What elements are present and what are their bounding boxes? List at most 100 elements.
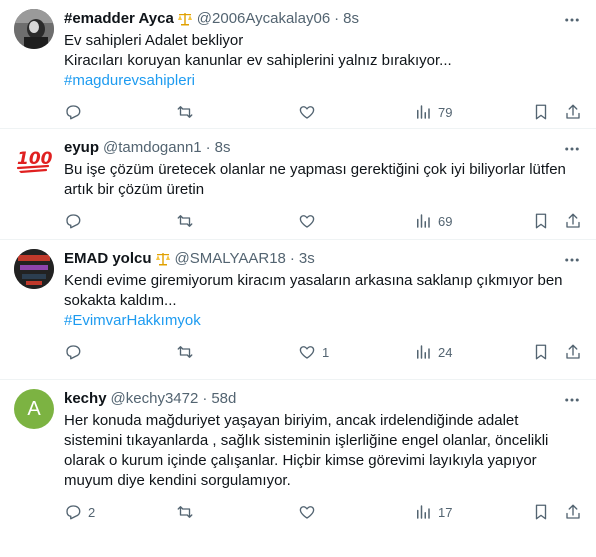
tweet-text: Ev sahipleri Adalet bekliyor Kiracıları …	[64, 31, 580, 91]
tweet-text-line: Kendi evime giremiyorum kiracım yasaları…	[64, 272, 563, 289]
retweet-icon	[177, 346, 193, 358]
reply-count: 2	[88, 504, 96, 520]
reply-icon	[66, 505, 81, 520]
bookmark-icon	[535, 504, 547, 520]
timestamp[interactable]: 58d	[211, 389, 236, 409]
share-icon	[566, 504, 580, 519]
tweet[interactable]: 100 eyup @tamdogann1 · 8s Bu işe çözüm ü…	[0, 129, 596, 240]
view-count: 79	[438, 104, 453, 120]
retweet-button[interactable]	[176, 493, 200, 531]
retweet-icon	[177, 106, 193, 118]
tweet-actions: 1 24	[64, 333, 580, 371]
share-button[interactable]	[564, 93, 582, 131]
avatar[interactable]: A	[14, 389, 54, 429]
display-name[interactable]: eyup	[64, 138, 99, 158]
share-icon	[566, 213, 580, 228]
tweet-text-line: Her konuda mağduriyet yaşayan biriyim, a…	[64, 412, 519, 429]
timestamp[interactable]: 8s	[215, 138, 231, 158]
reply-icon	[66, 105, 81, 120]
reply-icon	[66, 214, 81, 229]
like-button[interactable]: 1	[298, 333, 329, 371]
separator-dot: ·	[205, 139, 211, 156]
like-button[interactable]	[298, 493, 322, 531]
avatar[interactable]	[14, 9, 54, 49]
view-count: 17	[438, 504, 453, 520]
more-options-button[interactable]	[562, 390, 582, 410]
avatar[interactable]	[14, 249, 54, 289]
timestamp[interactable]: 8s	[343, 9, 359, 29]
analytics-icon	[417, 505, 430, 519]
reply-icon	[66, 345, 81, 360]
retweet-button[interactable]	[176, 333, 200, 371]
bookmark-button[interactable]	[532, 202, 550, 240]
tweet-header: kechy @kechy3472 · 58d	[64, 389, 580, 409]
tweet-text-line: olarak o kurum içinde çalışanlar. Hiçbir…	[64, 452, 537, 469]
more-icon	[565, 258, 579, 262]
tweet-text-line: artık bir çözüm üretin	[64, 181, 205, 198]
reply-button[interactable]	[64, 333, 88, 371]
bookmark-button[interactable]	[532, 493, 550, 531]
user-handle[interactable]: @tamdogann1	[103, 138, 202, 158]
reply-button[interactable]	[64, 202, 88, 240]
timestamp[interactable]: 3s	[299, 249, 315, 269]
bookmark-button[interactable]	[532, 333, 550, 371]
more-options-button[interactable]	[562, 139, 582, 159]
hashtag-link[interactable]: #magdurevsahipleri	[64, 71, 580, 91]
views-button[interactable]: 79	[414, 93, 452, 131]
display-name[interactable]: EMAD yolcu	[64, 249, 152, 269]
tweet-header: EMAD yolcu @SMALYAAR18 · 3s	[64, 249, 580, 269]
views-button[interactable]: 17	[414, 493, 452, 531]
tweet[interactable]: A kechy @kechy3472 · 58d Her konuda mağd…	[0, 380, 596, 557]
separator-dot: ·	[334, 10, 340, 27]
tweet[interactable]: #emadder Ayca @2006Aycakalay06 · 8s Ev s…	[0, 0, 596, 129]
user-handle[interactable]: @SMALYAAR18	[175, 249, 286, 269]
views-button[interactable]: 69	[414, 202, 452, 240]
tweet-text-line: Bu işe çözüm üretecek olanlar ne yapması…	[64, 161, 566, 178]
share-button[interactable]	[564, 493, 582, 531]
heart-icon	[299, 106, 315, 119]
tweet-text: Bu işe çözüm üretecek olanlar ne yapması…	[64, 160, 580, 200]
view-count: 69	[438, 213, 453, 229]
share-button[interactable]	[564, 333, 582, 371]
retweet-icon	[177, 506, 193, 518]
retweet-button[interactable]	[176, 93, 200, 131]
bookmark-icon	[535, 344, 547, 360]
display-name[interactable]: #emadder Ayca	[64, 9, 174, 29]
tweet-actions: 79	[64, 93, 580, 131]
hundred-emoji-icon: 100	[16, 149, 53, 174]
hashtag-link[interactable]: #EvimvarHakkımyok	[64, 311, 580, 331]
bookmark-icon	[535, 104, 547, 120]
more-options-button[interactable]	[562, 10, 582, 30]
user-handle[interactable]: @kechy3472	[111, 389, 199, 409]
tweet-header: #emadder Ayca @2006Aycakalay06 · 8s	[64, 9, 580, 29]
bookmark-button[interactable]	[532, 93, 550, 131]
like-count: 1	[322, 344, 330, 360]
more-options-button[interactable]	[562, 250, 582, 270]
retweet-button[interactable]	[176, 202, 200, 240]
reply-button[interactable]: 2	[64, 493, 95, 531]
tweet-text-line: sokakta kaldım...	[64, 292, 177, 309]
view-count: 24	[438, 344, 453, 360]
bookmark-icon	[535, 213, 547, 229]
share-button[interactable]	[564, 202, 582, 240]
share-icon	[566, 344, 580, 359]
tweet-actions: 69	[64, 202, 580, 240]
more-icon	[565, 147, 579, 151]
display-name[interactable]: kechy	[64, 389, 107, 409]
tweet-actions: 2 17	[64, 493, 580, 531]
reply-button[interactable]	[64, 93, 88, 131]
like-button[interactable]	[298, 93, 322, 131]
like-button[interactable]	[298, 202, 322, 240]
avatar-letter: A	[27, 397, 41, 420]
scales-badge-icon	[155, 251, 171, 267]
analytics-icon	[417, 105, 430, 119]
avatar[interactable]: 100	[14, 138, 54, 178]
share-icon	[566, 104, 580, 119]
views-button[interactable]: 24	[414, 333, 452, 371]
tweet-text: Her konuda mağduriyet yaşayan biriyim, a…	[64, 411, 580, 491]
tweet[interactable]: EMAD yolcu @SMALYAAR18 · 3s Kendi evime …	[0, 240, 596, 380]
retweet-icon	[177, 215, 193, 227]
user-handle[interactable]: @2006Aycakalay06	[197, 9, 330, 29]
separator-dot: ·	[202, 390, 208, 407]
scales-badge-icon	[177, 11, 193, 27]
